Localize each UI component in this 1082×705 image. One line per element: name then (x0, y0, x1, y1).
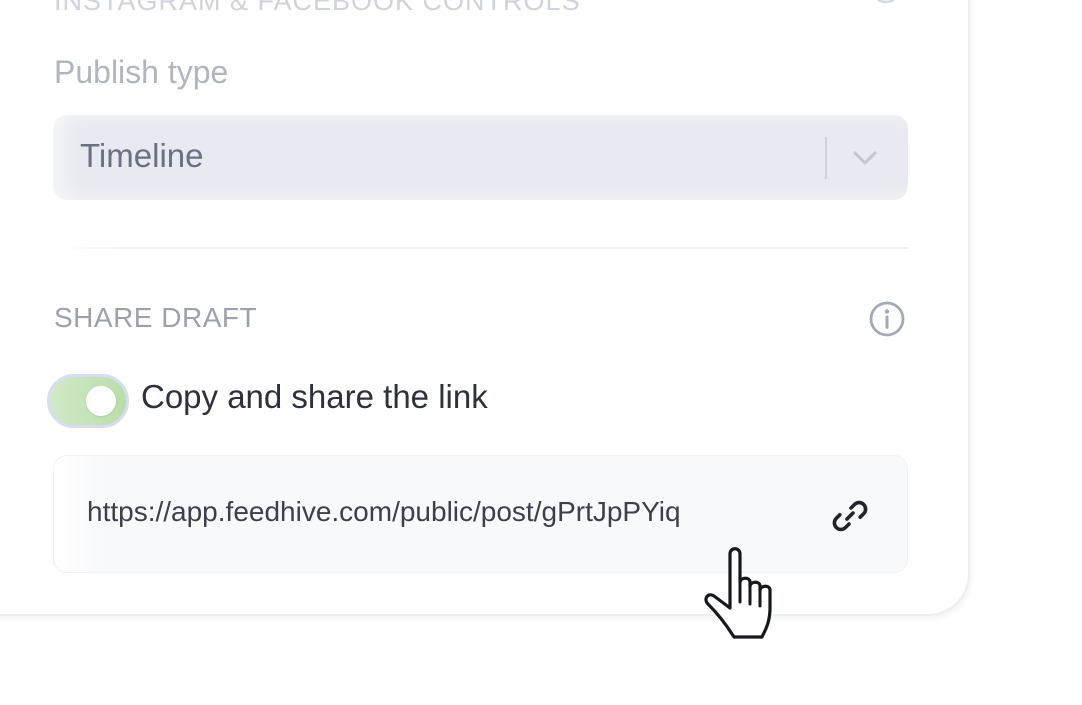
section-divider (60, 247, 908, 249)
share-link-url[interactable]: https://app.feedhive.com/public/post/gPr… (87, 496, 681, 528)
section-header-instagram-facebook: INSTAGRAM & FACEBOOK CONTROLS (54, 0, 581, 16)
hand-pointer-icon (704, 547, 772, 639)
publish-type-selected-value: Timeline (80, 137, 204, 174)
publish-type-select[interactable]: Timeline (53, 115, 908, 200)
select-separator (825, 137, 827, 179)
publish-type-label: Publish type (54, 54, 229, 90)
chevron-down-icon[interactable] (849, 145, 881, 171)
page: INSTAGRAM & FACEBOOK CONTROLS Publish ty… (0, 0, 1082, 705)
share-draft-toggle[interactable] (47, 374, 129, 428)
share-draft-header: SHARE DRAFT (54, 302, 258, 333)
info-icon[interactable] (868, 300, 906, 338)
toggle-knob (86, 386, 116, 416)
info-icon[interactable] (870, 0, 902, 10)
link-icon[interactable] (828, 494, 872, 538)
share-draft-toggle-label[interactable]: Copy and share the link (141, 378, 488, 416)
